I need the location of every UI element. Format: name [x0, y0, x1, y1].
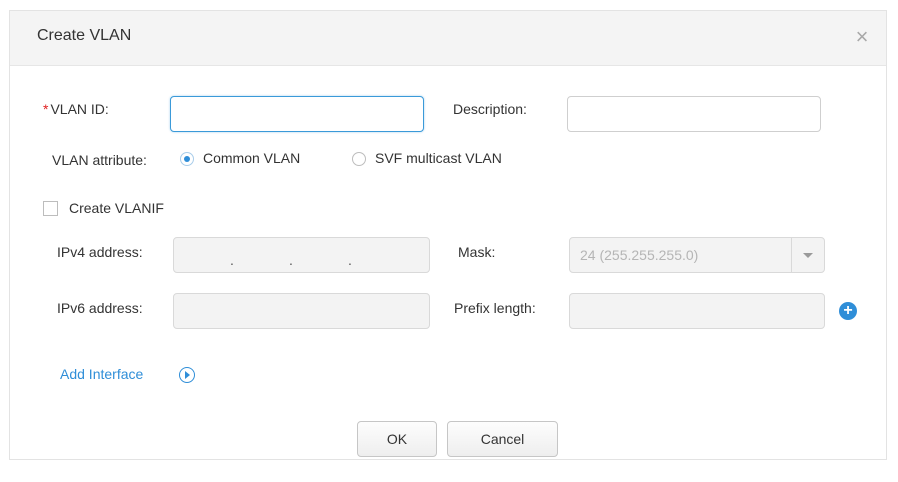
mask-select-value: 24 (255.255.255.0) [580, 247, 699, 263]
chevron-down-icon[interactable] [791, 238, 824, 272]
common-vlan-radio[interactable] [180, 152, 194, 166]
add-interface-link[interactable]: Add Interface [60, 366, 143, 382]
ipv4-address-input[interactable]: . . . [173, 237, 430, 273]
plus-circle-icon[interactable]: + [839, 302, 857, 320]
ipv6-address-input[interactable] [173, 293, 430, 329]
ipv4-dot-separator: . [230, 252, 234, 268]
circle-arrow-right-icon[interactable] [179, 367, 195, 383]
common-vlan-label[interactable]: Common VLAN [203, 150, 300, 166]
ipv6-address-label: IPv6 address: [57, 300, 143, 316]
create-vlanif-checkbox[interactable] [43, 201, 58, 216]
dialog-header: Create VLAN × [10, 11, 886, 66]
mask-label: Mask: [458, 244, 496, 260]
description-label: Description: [453, 101, 527, 117]
mask-select[interactable]: 24 (255.255.255.0) [569, 237, 825, 273]
dialog-title: Create VLAN [37, 27, 132, 44]
ok-button[interactable]: OK [357, 421, 437, 457]
prefix-length-input[interactable] [569, 293, 825, 329]
svf-multicast-vlan-radio[interactable] [352, 152, 366, 166]
cancel-button[interactable]: Cancel [447, 421, 558, 457]
vlan-id-label-text: VLAN ID: [50, 101, 109, 117]
vlan-id-input[interactable] [170, 96, 424, 132]
create-vlan-dialog: Create VLAN × * VLAN ID: Description: VLA… [9, 10, 887, 460]
svf-multicast-vlan-label[interactable]: SVF multicast VLAN [375, 150, 502, 166]
description-input[interactable] [567, 96, 821, 132]
ipv4-dot-separator: . [348, 252, 352, 268]
create-vlanif-label[interactable]: Create VLANIF [69, 200, 164, 216]
prefix-length-label: Prefix length: [454, 300, 536, 316]
vlan-id-label: * VLAN ID: [43, 101, 109, 117]
ipv4-dot-separator: . [289, 252, 293, 268]
required-marker: * [43, 101, 49, 117]
ipv4-address-label: IPv4 address: [57, 244, 143, 260]
vlan-attribute-label: VLAN attribute: [52, 152, 147, 168]
close-icon[interactable]: × [852, 26, 872, 48]
